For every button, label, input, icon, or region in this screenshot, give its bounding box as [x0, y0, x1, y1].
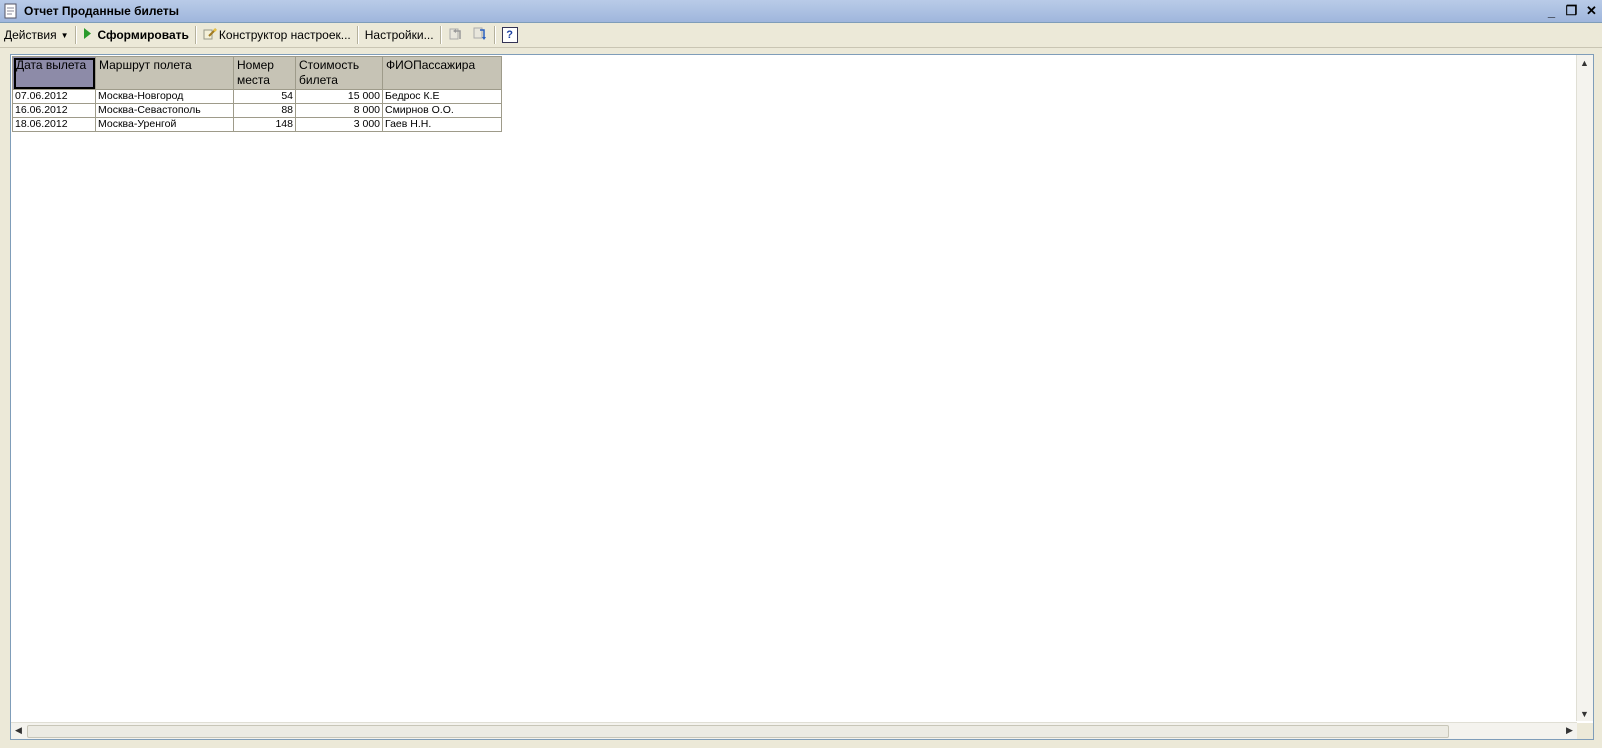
horizontal-scrollbar[interactable]: ◀ ▶ — [11, 722, 1577, 739]
header-cell-price[interactable]: Стоимость билета — [295, 56, 383, 90]
report-spreadsheet[interactable]: Дата вылета Маршрут полета Номер места С… — [10, 54, 1594, 740]
header-cell-date[interactable]: Дата вылета — [12, 56, 96, 90]
cell-seat[interactable]: 88 — [233, 103, 296, 118]
window-controls: _ ❐ ✕ — [1543, 3, 1600, 19]
table-row: 18.06.2012 Москва-Уренгой 148 3 000 Гаев… — [12, 117, 502, 132]
table-header-row: Дата вылета Маршрут полета Номер места С… — [12, 56, 502, 90]
report-table: Дата вылета Маршрут полета Номер места С… — [12, 56, 502, 132]
cell-route[interactable]: Москва-Новгород — [95, 89, 234, 104]
cell-passenger[interactable]: Смирнов О.О. — [382, 103, 502, 118]
generate-label: Сформировать — [97, 28, 189, 42]
actions-label: Действия — [4, 28, 57, 42]
header-cell-route[interactable]: Маршрут полета — [95, 56, 234, 90]
scroll-right-icon[interactable]: ▶ — [1562, 723, 1577, 738]
window-title: Отчет Проданные билеты — [24, 4, 179, 18]
cell-date[interactable]: 18.06.2012 — [12, 117, 96, 132]
save-settings-icon — [472, 26, 488, 45]
scroll-up-icon[interactable]: ▲ — [1577, 55, 1592, 70]
save-settings-button[interactable] — [468, 24, 492, 46]
scroll-down-icon[interactable]: ▼ — [1577, 706, 1592, 721]
toolbar: Действия ▼ Сформировать Конструктор наст… — [0, 23, 1602, 48]
actions-menu-button[interactable]: Действия ▼ — [0, 24, 73, 46]
scrollbar-corner — [1577, 723, 1593, 739]
help-icon: ? — [501, 27, 518, 43]
cell-route[interactable]: Москва-Севастополь — [95, 103, 234, 118]
cell-price[interactable]: 15 000 — [295, 89, 383, 104]
toolbar-separator — [493, 26, 496, 44]
settings-label: Настройки... — [364, 28, 434, 42]
generate-button[interactable]: Сформировать — [79, 24, 193, 46]
toolbar-separator — [356, 26, 359, 44]
cell-passenger[interactable]: Гаев Н.Н. — [382, 117, 502, 132]
cell-seat[interactable]: 148 — [233, 117, 296, 132]
table-row: 07.06.2012 Москва-Новгород 54 15 000 Бед… — [12, 89, 502, 104]
wand-icon — [203, 27, 217, 44]
cell-seat[interactable]: 54 — [233, 89, 296, 104]
cell-date[interactable]: 07.06.2012 — [12, 89, 96, 104]
table-row: 16.06.2012 Москва-Севастополь 88 8 000 С… — [12, 103, 502, 118]
scroll-left-icon[interactable]: ◀ — [11, 723, 26, 738]
cell-price[interactable]: 8 000 — [295, 103, 383, 118]
title-bar: Отчет Проданные билеты _ ❐ ✕ — [0, 0, 1602, 23]
cell-route[interactable]: Москва-Уренгой — [95, 117, 234, 132]
close-icon[interactable]: ✕ — [1583, 3, 1600, 19]
chevron-down-icon: ▼ — [60, 30, 69, 40]
restore-icon[interactable]: ❐ — [1563, 3, 1580, 19]
settings-constructor-button[interactable]: Конструктор настроек... — [199, 24, 355, 46]
vertical-scrollbar[interactable]: ▲ ▼ — [1576, 55, 1593, 721]
cell-price[interactable]: 3 000 — [295, 117, 383, 132]
document-icon — [4, 3, 18, 19]
toolbar-separator — [439, 26, 442, 44]
cell-date[interactable]: 16.06.2012 — [12, 103, 96, 118]
minimize-icon[interactable]: _ — [1543, 3, 1560, 19]
help-button[interactable]: ? — [498, 24, 522, 46]
header-cell-passenger[interactable]: ФИОПассажира — [382, 56, 502, 90]
load-settings-icon — [448, 26, 464, 45]
constructor-label: Конструктор настроек... — [218, 28, 351, 42]
cell-passenger[interactable]: Бедрос К.Е — [382, 89, 502, 104]
header-cell-seat[interactable]: Номер места — [233, 56, 296, 90]
horizontal-scroll-thumb[interactable] — [27, 725, 1449, 738]
settings-button[interactable]: Настройки... — [361, 24, 438, 46]
toolbar-separator — [74, 26, 77, 44]
restore-settings-button[interactable] — [444, 24, 468, 46]
toolbar-separator — [194, 26, 197, 44]
play-icon — [83, 28, 92, 42]
